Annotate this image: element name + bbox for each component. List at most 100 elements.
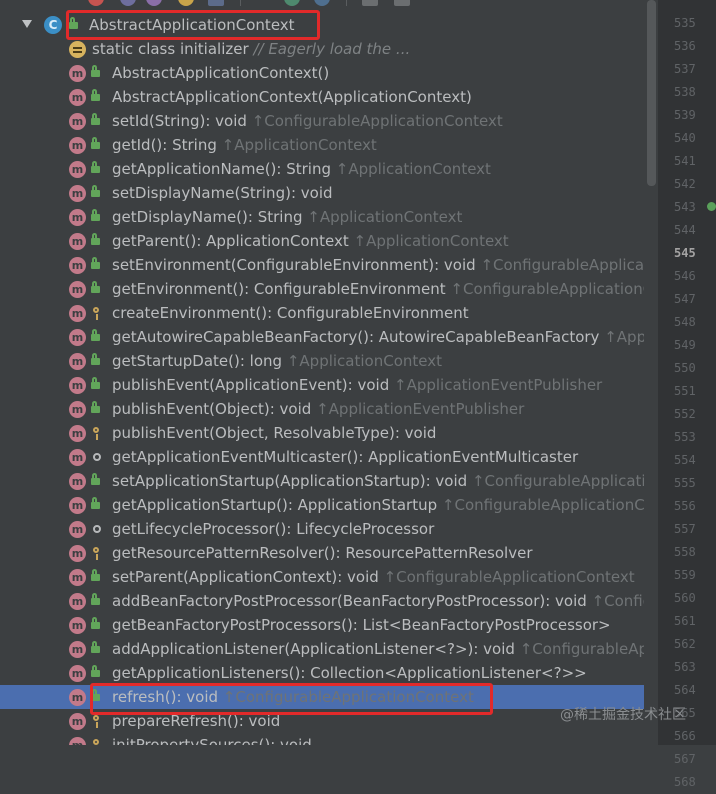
tree-item-method[interactable]: m getId(): String ↑ApplicationContext	[0, 133, 658, 157]
method-label: getDisplayName(): String ↑ApplicationCon…	[112, 205, 462, 229]
method-label: getLifecycleProcessor(): LifecycleProces…	[112, 517, 434, 541]
method-icon: m	[69, 641, 86, 658]
method-icon: m	[69, 737, 86, 745]
line-number: 561	[674, 614, 696, 628]
tree-item-method[interactable]: m getAutowireCapableBeanFactory(): Autowi…	[0, 325, 658, 349]
chevron-down-icon[interactable]	[22, 20, 32, 28]
inherited-from: ↑ApplicationContext	[335, 160, 491, 178]
line-number: 558	[674, 545, 696, 559]
scrollbar-thumb[interactable]	[647, 0, 656, 186]
tree-item-method[interactable]: m setId(String): void ↑ConfigurableApplic…	[0, 109, 658, 133]
tree-item-method[interactable]: m getDisplayName(): String ↑ApplicationCo…	[0, 205, 658, 229]
method-label: setId(String): void ↑ConfigurableApplica…	[112, 109, 503, 133]
method-icon: m	[69, 305, 86, 322]
method-label: AbstractApplicationContext()	[112, 61, 329, 85]
tree-item-method[interactable]: m getApplicationListeners(): Collection<A…	[0, 661, 658, 685]
tree-item-method[interactable]: m initPropertySources(): void	[0, 733, 658, 745]
tree-item-initializer[interactable]: static class initializer // Eagerly load…	[0, 37, 658, 61]
method-label: setParent(ApplicationContext): void ↑Con…	[112, 565, 635, 589]
tree-item-method[interactable]: m getStartupDate(): long ↑ApplicationCont…	[0, 349, 658, 373]
tree-item-method[interactable]: m getApplicationEventMulticaster(): Appli…	[0, 445, 658, 469]
tree-item-method[interactable]: m AbstractApplicationContext(ApplicationC…	[0, 85, 658, 109]
method-label: getApplicationName(): String ↑Applicatio…	[112, 157, 491, 181]
inherited-from: ↑ConfigurableApplicationContext	[251, 112, 503, 130]
protected-visibility-icon	[93, 547, 99, 560]
line-number: 560	[674, 591, 696, 605]
method-icon: m	[69, 401, 86, 418]
method-signature: AbstractApplicationContext()	[112, 64, 330, 82]
line-number: 544	[674, 223, 696, 237]
structure-tree[interactable]: C AbstractApplicationContext static clas…	[0, 0, 658, 745]
method-label: getStartupDate(): long ↑ApplicationConte…	[112, 349, 442, 373]
tree-item-method[interactable]: m getResourcePatternResolver(): ResourceP…	[0, 541, 658, 565]
line-number: 556	[674, 499, 696, 513]
method-signature: getAutowireCapableBeanFactory(): Autowir…	[112, 328, 600, 346]
line-number: 542	[674, 177, 696, 191]
method-signature: publishEvent(Object): void	[112, 400, 312, 418]
annotation-highlight-refresh	[90, 683, 493, 715]
tree-item-method[interactable]: m getParent(): ApplicationContext ↑Applic…	[0, 229, 658, 253]
tree-item-method[interactable]: m publishEvent(Object, ResolvableType): v…	[0, 421, 658, 445]
tree-item-method[interactable]: m getApplicationStartup(): ApplicationSta…	[0, 493, 658, 517]
line-number: 547	[674, 292, 696, 306]
method-label: getApplicationEventMulticaster(): Applic…	[112, 445, 578, 469]
method-signature: getParent(): ApplicationContext	[112, 232, 349, 250]
toolbar-settings-icon[interactable]	[362, 0, 378, 6]
method-signature: getApplicationListeners(): Collection<Ap…	[112, 664, 587, 682]
line-number: 546	[674, 269, 696, 283]
method-icon: m	[69, 113, 86, 130]
method-label: publishEvent(ApplicationEvent): void ↑Ap…	[112, 373, 602, 397]
public-visibility-icon	[91, 257, 100, 269]
method-signature: setParent(ApplicationContext): void	[112, 568, 379, 586]
tree-item-method[interactable]: m AbstractApplicationContext()	[0, 61, 658, 85]
tree-item-method[interactable]: m publishEvent(ApplicationEvent): void ↑A…	[0, 373, 658, 397]
tree-item-method[interactable]: m setParent(ApplicationContext): void ↑Co…	[0, 565, 658, 589]
toolbar-more-icon[interactable]	[394, 0, 410, 6]
line-number: 564	[674, 683, 696, 697]
vertical-scrollbar[interactable]	[644, 0, 658, 745]
implementation-marker-icon[interactable]	[707, 202, 716, 211]
tree-item-method[interactable]: m setEnvironment(ConfigurableEnvironment)…	[0, 253, 658, 277]
tree-item-method[interactable]: m createEnvironment(): ConfigurableEnviro…	[0, 301, 658, 325]
method-label: setDisplayName(String): void	[112, 181, 333, 205]
package-visibility-icon	[93, 525, 101, 533]
public-visibility-icon	[91, 641, 100, 653]
method-icon: m	[69, 689, 86, 706]
method-signature: getApplicationName(): String	[112, 160, 331, 178]
tree-item-method[interactable]: m getEnvironment(): ConfigurableEnvironme…	[0, 277, 658, 301]
tree-item-method[interactable]: m getApplicationName(): String ↑Applicati…	[0, 157, 658, 181]
toolbar-autoscroll-icon[interactable]	[284, 0, 300, 6]
toolbar-sort-icon[interactable]	[88, 0, 104, 6]
tree-item-method[interactable]: m publishEvent(Object): void ↑Application…	[0, 397, 658, 421]
inherited-from: ↑ConfigurableApplicationC	[471, 472, 658, 490]
method-label: addBeanFactoryPostProcessor(BeanFactoryP…	[112, 589, 658, 613]
tree-item-method[interactable]: m addApplicationListener(ApplicationListe…	[0, 637, 658, 661]
public-visibility-icon	[91, 473, 100, 485]
public-visibility-icon	[91, 593, 100, 605]
tree-item-method[interactable]: m setApplicationStartup(ApplicationStartu…	[0, 469, 658, 493]
public-visibility-icon	[91, 497, 100, 509]
method-icon: m	[69, 545, 86, 562]
inherited-from: ↑ConfigurableApplicationCont	[450, 280, 658, 298]
public-visibility-icon	[91, 209, 100, 221]
tree-item-method[interactable]: m setDisplayName(String): void	[0, 181, 658, 205]
method-icon: m	[69, 209, 86, 226]
method-icon: m	[69, 281, 86, 298]
line-number: 548	[674, 315, 696, 329]
method-icon: m	[69, 617, 86, 634]
public-visibility-icon	[91, 113, 100, 125]
toolbar-filter-icon[interactable]	[120, 0, 136, 6]
tree-item-method[interactable]: m addBeanFactoryPostProcessor(BeanFactory…	[0, 589, 658, 613]
toolbar-show-fields-icon[interactable]	[178, 0, 194, 6]
method-signature: setDisplayName(String): void	[112, 184, 333, 202]
tree-item-method[interactable]: m getLifecycleProcessor(): LifecycleProce…	[0, 517, 658, 541]
tree-item-method[interactable]: m getBeanFactoryPostProcessors(): List<Be…	[0, 613, 658, 637]
inherited-from: ↑ApplicationEventPublisher	[316, 400, 525, 418]
toolbar-show-inherited-icon[interactable]	[146, 0, 162, 6]
method-signature: publishEvent(Object, ResolvableType): vo…	[112, 424, 437, 442]
toolbar-expand-icon[interactable]	[208, 0, 224, 6]
method-icon: m	[69, 449, 86, 466]
line-number: 555	[674, 476, 696, 490]
line-number: 540	[674, 131, 696, 145]
toolbar-autoscroll-from-icon[interactable]	[314, 0, 330, 6]
